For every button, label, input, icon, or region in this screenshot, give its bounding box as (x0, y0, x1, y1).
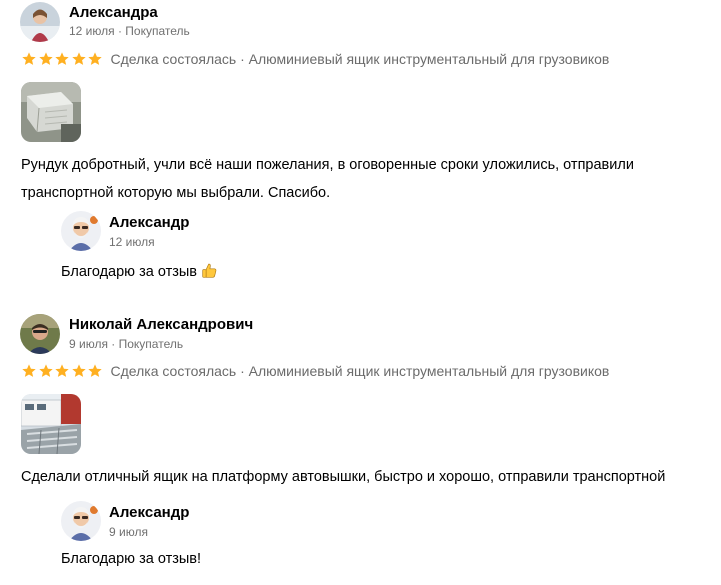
reviewer-avatar[interactable] (20, 2, 60, 42)
thumbs-up-icon (201, 262, 218, 283)
star-icon (71, 52, 86, 65)
reviewer-role: Покупатель (118, 337, 184, 351)
review-photo[interactable] (21, 394, 81, 454)
reviewer-name[interactable]: Николай Александрович (69, 316, 253, 333)
star-icon (88, 364, 102, 377)
star-icon (22, 52, 36, 65)
star-icon (38, 52, 53, 65)
star-icon (88, 52, 102, 65)
rating-line: Сделка состоялась · Алюминиевый ящик инс… (21, 363, 609, 379)
review-photo[interactable] (21, 82, 81, 142)
seller-name[interactable]: Александр (109, 504, 189, 521)
deal-info[interactable]: Сделка состоялась · Алюминиевый ящик инс… (111, 363, 610, 379)
review-text: Рундук добротный, учли всё наши пожелани… (21, 157, 634, 201)
star-icon (55, 52, 69, 65)
star-icon (71, 364, 86, 377)
reply-date: 9 июля (109, 525, 148, 539)
rating-stars (21, 363, 104, 379)
rating-stars (21, 51, 104, 67)
reply-text: Благодарю за отзыв (61, 264, 197, 280)
review-text: Сделали отличный ящик на платформу автов… (21, 469, 666, 485)
reviewer-name[interactable]: Александра (69, 4, 158, 21)
reviewer-avatar[interactable] (20, 314, 60, 354)
reply-text-line: Благодарю за отзыв (61, 262, 218, 283)
review-date: 12 июля (69, 24, 115, 38)
reviewer-role: Покупатель (125, 24, 190, 38)
star-icon (38, 364, 53, 377)
reply-date: 12 июля (109, 235, 155, 249)
star-icon (22, 364, 36, 377)
star-icon (55, 364, 69, 377)
seller-avatar[interactable] (61, 501, 101, 541)
review-date: 9 июля (69, 337, 108, 351)
rating-line: Сделка состоялась · Алюминиевый ящик инс… (21, 51, 609, 67)
seller-avatar[interactable] (61, 211, 101, 251)
deal-info[interactable]: Сделка состоялась · Алюминиевый ящик инс… (111, 51, 610, 67)
seller-name[interactable]: Александр (109, 214, 189, 231)
review-meta: 9 июля · Покупатель (69, 337, 184, 351)
review-meta: 12 июля · Покупатель (69, 24, 190, 38)
reply-text: Благодарю за отзыв! (61, 551, 202, 567)
